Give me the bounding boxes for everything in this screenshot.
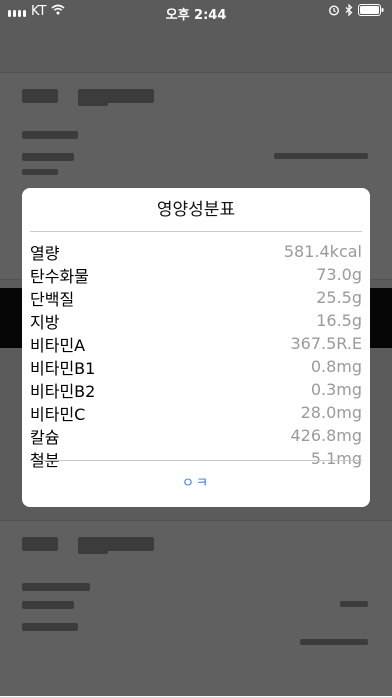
nutrient-name: 비타민B1 — [30, 358, 96, 378]
nutrient-list: 열량 581.4kcal 탄수화물 73.0g 단백질 25.5g 지방 16.… — [30, 240, 362, 470]
dialog-title: 영양성분표 — [156, 200, 236, 220]
nutrition-dialog: 영양성분표 열량 581.4kcal 탄수화물 73.0g 단백질 25.5g … — [22, 188, 370, 507]
nutrient-value: 0.8mg — [310, 357, 362, 376]
nutrient-value: 581.4kcal — [283, 242, 362, 261]
nutrient-value: 0.3mg — [310, 380, 362, 399]
nutrient-name: 비타민C — [30, 404, 86, 424]
bluetooth-icon — [345, 3, 353, 20]
nutrient-value: 16.5g — [316, 311, 362, 330]
nutrient-row: 비타민B1 0.8mg — [30, 355, 362, 378]
nutrient-value: 25.5g — [316, 288, 362, 307]
nutrient-row: 비타민C 28.0mg — [30, 401, 362, 424]
title-divider — [30, 231, 362, 232]
nutrient-row: 탄수화물 73.0g — [30, 263, 362, 286]
nutrient-name: 지방 — [30, 312, 60, 332]
nutrient-name: 단백질 — [30, 289, 75, 309]
nutrient-value: 426.8mg — [290, 426, 362, 445]
nutrient-name: 비타민B2 — [30, 381, 96, 401]
battery-icon — [358, 4, 384, 20]
nutrient-row: 열량 581.4kcal — [30, 240, 362, 263]
status-bar: KT 오후 2:44 — [0, 0, 392, 23]
nutrient-value: 28.0mg — [300, 403, 362, 422]
nutrient-name: 칼슘 — [30, 427, 60, 447]
nutrient-row: 비타민B2 0.3mg — [30, 378, 362, 401]
nutrient-value: 367.5R.E — [290, 334, 362, 353]
alarm-icon — [328, 4, 340, 20]
ok-button[interactable]: ㅇㅋ — [22, 461, 370, 507]
status-right — [328, 3, 384, 20]
nutrient-row: 칼슘 426.8mg — [30, 424, 362, 447]
nutrient-row: 단백질 25.5g — [30, 286, 362, 309]
nutrient-name: 탄수화물 — [30, 266, 89, 286]
nutrient-value: 73.0g — [316, 265, 362, 284]
nutrient-name: 비타민A — [30, 335, 86, 355]
nutrient-row: 지방 16.5g — [30, 309, 362, 332]
nutrient-row: 비타민A 367.5R.E — [30, 332, 362, 355]
nutrient-name: 열량 — [30, 243, 60, 263]
